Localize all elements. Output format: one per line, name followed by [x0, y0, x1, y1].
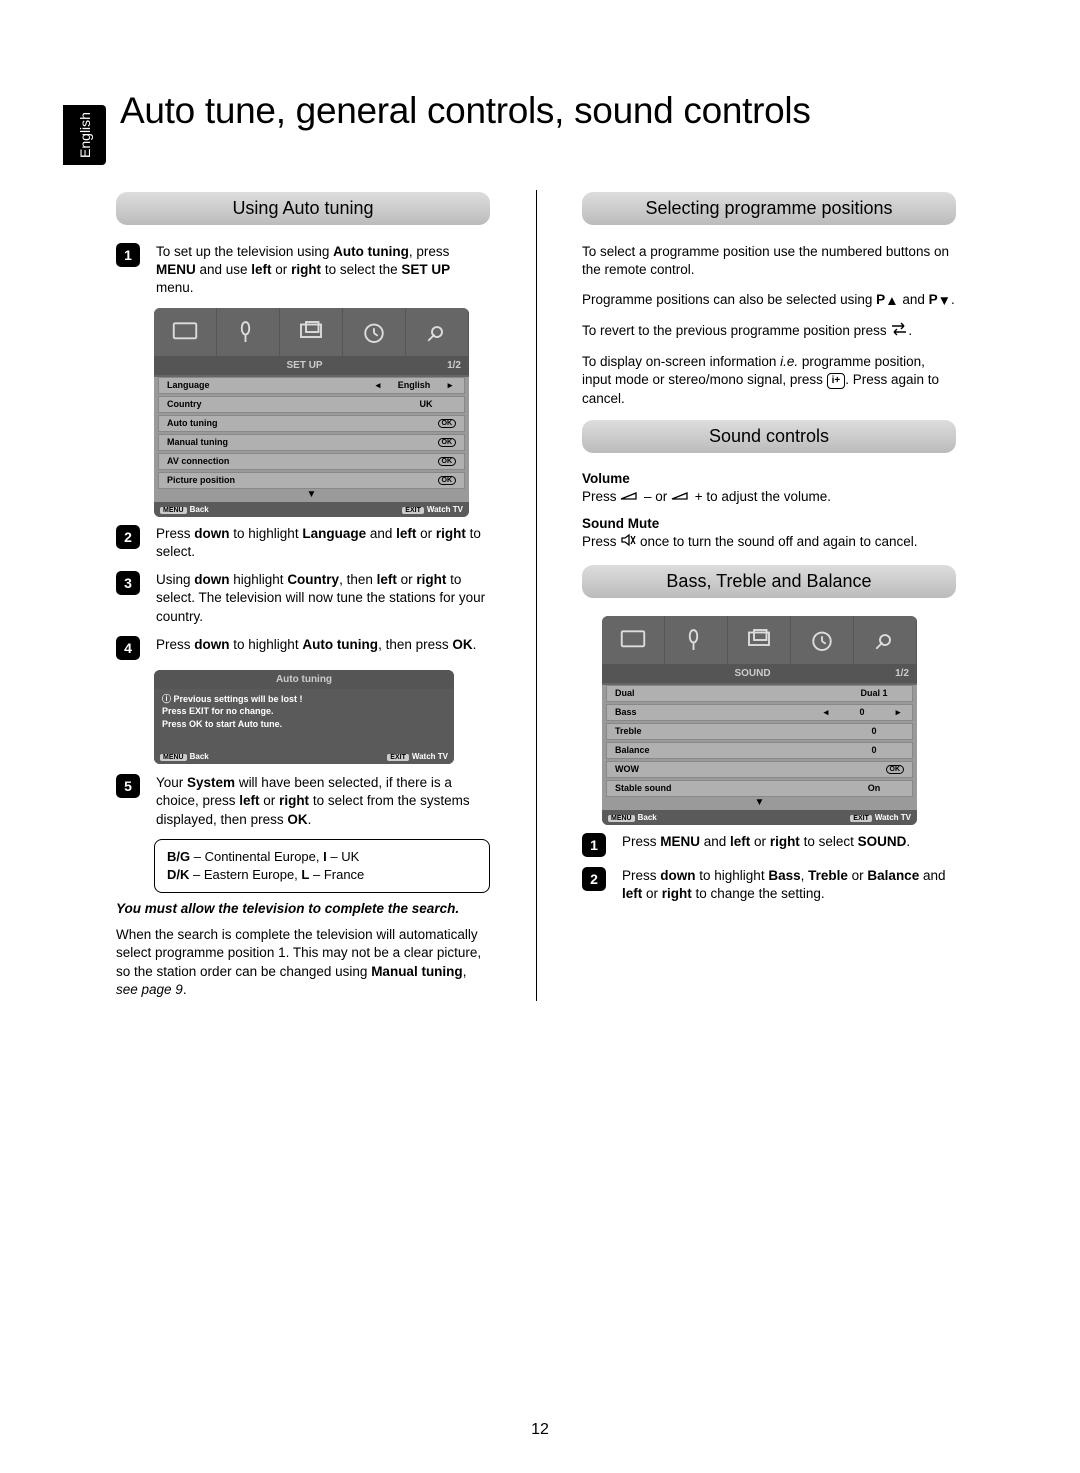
- step-4: 4 Press down to highlight Auto tuning, t…: [116, 636, 490, 660]
- step-text: To set up the television using Auto tuni…: [156, 243, 490, 298]
- sub-mute: Sound Mute: [582, 516, 956, 531]
- step-2: 2 Press down to highlight Language and l…: [116, 525, 490, 561]
- osd-row-treble: Treble0: [606, 723, 913, 740]
- sub-volume: Volume: [582, 471, 956, 486]
- step-number: 1: [116, 243, 140, 267]
- osd-titlebar: SET UP1/2: [154, 356, 469, 375]
- step-1r: 1 Press MENU and left or right to select…: [582, 833, 956, 857]
- osd-tabs: [602, 616, 917, 664]
- down-arrow-icon: ▼: [938, 292, 951, 310]
- info-button-icon: i+: [827, 373, 846, 389]
- para: To display on-screen information i.e. pr…: [582, 353, 956, 408]
- osd-rows: DualDual 1 Bass◂0▸ Treble0 Balance0 WOWO…: [602, 685, 917, 810]
- warning-italic: You must allow the television to complet…: [116, 901, 490, 916]
- step-number: 2: [582, 867, 606, 891]
- page-body: Using Auto tuning 1 To set up the televi…: [116, 180, 956, 1011]
- step-number: 5: [116, 774, 140, 798]
- osd-row-country: CountryUK: [158, 396, 465, 413]
- swap-icon: [890, 322, 908, 341]
- heading-auto-tuning: Using Auto tuning: [116, 192, 490, 225]
- osd-row-picture-position: Picture positionOK: [158, 472, 465, 489]
- tab-setup-icon: [406, 308, 469, 356]
- tab-feature-icon: [728, 616, 791, 664]
- step-1: 1 To set up the television using Auto tu…: [116, 243, 490, 298]
- system-notebox: B/G – Continental Europe, I – UK D/K – E…: [154, 839, 490, 893]
- ok-icon: OK: [886, 765, 905, 774]
- osd-row-wow: WOWOK: [606, 761, 913, 778]
- chevron-down-icon: ▼: [602, 797, 917, 810]
- language-tab: English: [63, 105, 106, 165]
- tab-sound-icon: [217, 308, 280, 356]
- right-column: Selecting programme positions To select …: [582, 180, 956, 1011]
- osd-row-dual: DualDual 1: [606, 685, 913, 702]
- osd-row-manual-tuning: Manual tuningOK: [158, 434, 465, 451]
- page-title: Auto tune, general controls, sound contr…: [120, 90, 811, 132]
- osd-footer: MENUBack EXITWatch TV: [602, 810, 917, 825]
- step-3: 3 Using down highlight Country, then lef…: [116, 571, 490, 626]
- osd-row-auto-tuning: Auto tuningOK: [158, 415, 465, 432]
- osd-row-bass: Bass◂0▸: [606, 704, 913, 721]
- tab-timer-icon: [791, 616, 854, 664]
- tab-picture-icon: [154, 308, 217, 356]
- volume-icon: [620, 488, 640, 506]
- tab-feature-icon: [280, 308, 343, 356]
- osd-sound: SOUND1/2 DualDual 1 Bass◂0▸ Treble0 Bala…: [602, 616, 917, 825]
- mute-icon: [620, 533, 636, 552]
- tab-sound-icon: [665, 616, 728, 664]
- heading-programme-positions: Selecting programme positions: [582, 192, 956, 225]
- step-number: 3: [116, 571, 140, 595]
- osd-row-language: Language◂English▸: [158, 377, 465, 394]
- osd-tabs: [154, 308, 469, 356]
- heading-sound-controls: Sound controls: [582, 420, 956, 453]
- volume-icon: [671, 488, 691, 506]
- para: To revert to the previous programme posi…: [582, 322, 956, 341]
- step-text: Press down to highlight Language and lef…: [156, 525, 490, 561]
- osd-row-balance: Balance0: [606, 742, 913, 759]
- osd-titlebar: Auto tuning: [154, 670, 454, 689]
- osd-auto-tuning-warning: Auto tuning Previous settings will be lo…: [154, 670, 454, 764]
- column-divider: [536, 190, 537, 1001]
- chevron-down-icon: ▼: [154, 489, 469, 502]
- osd-row-av-connection: AV connectionOK: [158, 453, 465, 470]
- page-number: 12: [531, 1421, 549, 1439]
- step-text: Press MENU and left or right to select S…: [622, 833, 956, 851]
- tab-timer-icon: [343, 308, 406, 356]
- osd-footer: MENUBack EXITWatch TV: [154, 502, 469, 517]
- left-column: Using Auto tuning 1 To set up the televi…: [116, 180, 490, 1011]
- ok-icon: OK: [438, 438, 457, 447]
- para: Programme positions can also be selected…: [582, 291, 956, 310]
- osd-body: Previous settings will be lost ! Press E…: [154, 689, 454, 749]
- osd-setup: SET UP1/2 Language◂English▸ CountryUK Au…: [154, 308, 469, 517]
- ok-icon: OK: [438, 476, 457, 485]
- para: To select a programme position use the n…: [582, 243, 956, 279]
- ok-icon: OK: [438, 419, 457, 428]
- up-arrow-icon: ▲: [885, 292, 898, 310]
- step-text: Press down to highlight Bass, Treble or …: [622, 867, 956, 903]
- step-number: 1: [582, 833, 606, 857]
- step-text: Using down highlight Country, then left …: [156, 571, 490, 626]
- step-number: 4: [116, 636, 140, 660]
- step-number: 2: [116, 525, 140, 549]
- step-text: Your System will have been selected, if …: [156, 774, 490, 829]
- warning-icon: Previous settings will be lost !: [162, 693, 446, 706]
- heading-bass-treble-balance: Bass, Treble and Balance: [582, 565, 956, 598]
- ok-icon: OK: [438, 457, 457, 466]
- step-text: Press down to highlight Auto tuning, the…: [156, 636, 490, 654]
- closing-para: When the search is complete the televisi…: [116, 926, 490, 999]
- para: Press – or + to adjust the volume.: [582, 488, 956, 507]
- osd-footer: MENUBack EXITWatch TV: [154, 749, 454, 764]
- osd-row-stable-sound: Stable soundOn: [606, 780, 913, 797]
- step-2r: 2 Press down to highlight Bass, Treble o…: [582, 867, 956, 903]
- osd-titlebar: SOUND1/2: [602, 664, 917, 683]
- language-tab-label: English: [77, 112, 93, 158]
- tab-picture-icon: [602, 616, 665, 664]
- para: Press once to turn the sound off and aga…: [582, 533, 956, 552]
- step-5: 5 Your System will have been selected, i…: [116, 774, 490, 829]
- osd-rows: Language◂English▸ CountryUK Auto tuningO…: [154, 377, 469, 502]
- tab-setup-icon: [854, 616, 917, 664]
